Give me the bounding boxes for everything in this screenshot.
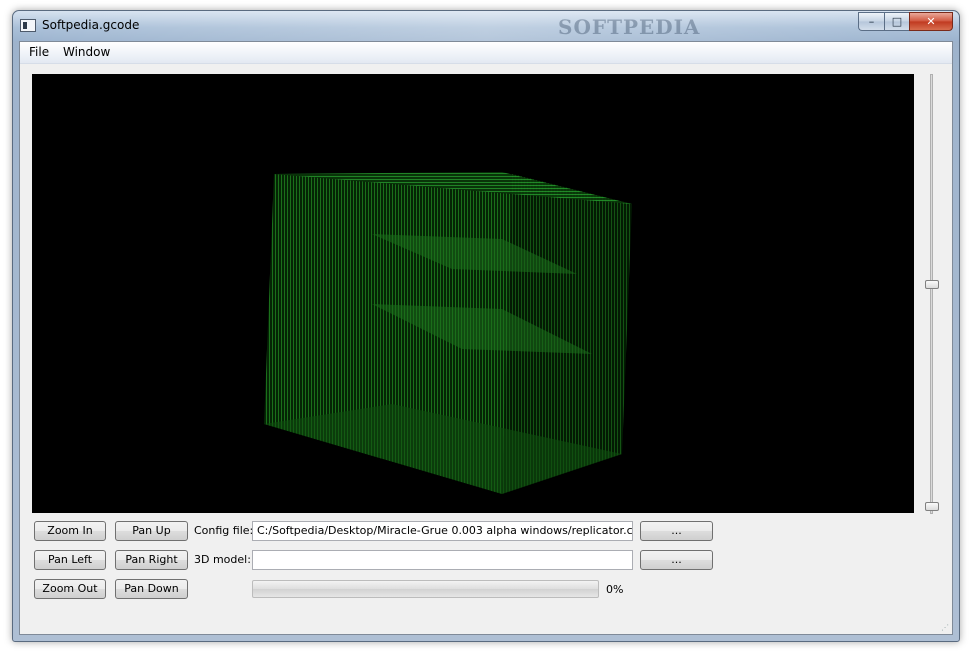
zoom-slider[interactable] [923,74,939,514]
pan-down-button[interactable]: Pan Down [115,579,188,599]
config-file-label: Config file: [194,524,254,537]
minimize-button[interactable]: – [858,12,884,31]
app-icon[interactable] [20,19,36,32]
browse-model-button[interactable]: ... [640,550,713,570]
slicing-progress-bar [252,580,599,598]
window-controls: – □ ✕ [858,12,953,31]
app-window: Softpedia.gcode SOFTPEDIA – □ ✕ File Win… [12,10,960,642]
pan-up-button[interactable]: Pan Up [115,521,188,541]
pan-left-button[interactable]: Pan Left [34,550,106,570]
config-file-field[interactable]: C:/Softpedia/Desktop/Miracle-Grue 0.003 … [252,521,633,541]
progress-percent: 0% [606,583,624,596]
zoom-out-button[interactable]: Zoom Out [34,579,106,599]
slider-end-handle[interactable] [925,502,939,511]
watermark-logo: SOFTPEDIA [558,15,701,39]
model-render [264,172,632,494]
menu-bar: File Window [20,42,952,64]
menu-file[interactable]: File [29,45,49,59]
slider-handle[interactable] [925,280,939,289]
close-button[interactable]: ✕ [909,12,953,31]
zoom-in-button[interactable]: Zoom In [34,521,106,541]
browse-config-button[interactable]: ... [640,521,713,541]
pan-right-button[interactable]: Pan Right [115,550,188,570]
menu-window[interactable]: Window [63,45,110,59]
model-label: 3D model: [194,553,251,566]
title-bar[interactable]: Softpedia.gcode SOFTPEDIA – □ ✕ [13,11,959,41]
gcode-3d-viewport[interactable] [32,74,914,513]
maximize-button[interactable]: □ [884,12,909,31]
window-title: Softpedia.gcode [42,18,140,32]
client-area: File Window Zoom In Pan Up Config file: … [19,41,953,635]
slider-track[interactable] [930,74,933,514]
model-file-field[interactable] [252,550,633,570]
size-grip-icon[interactable]: ⋰ [941,623,950,632]
